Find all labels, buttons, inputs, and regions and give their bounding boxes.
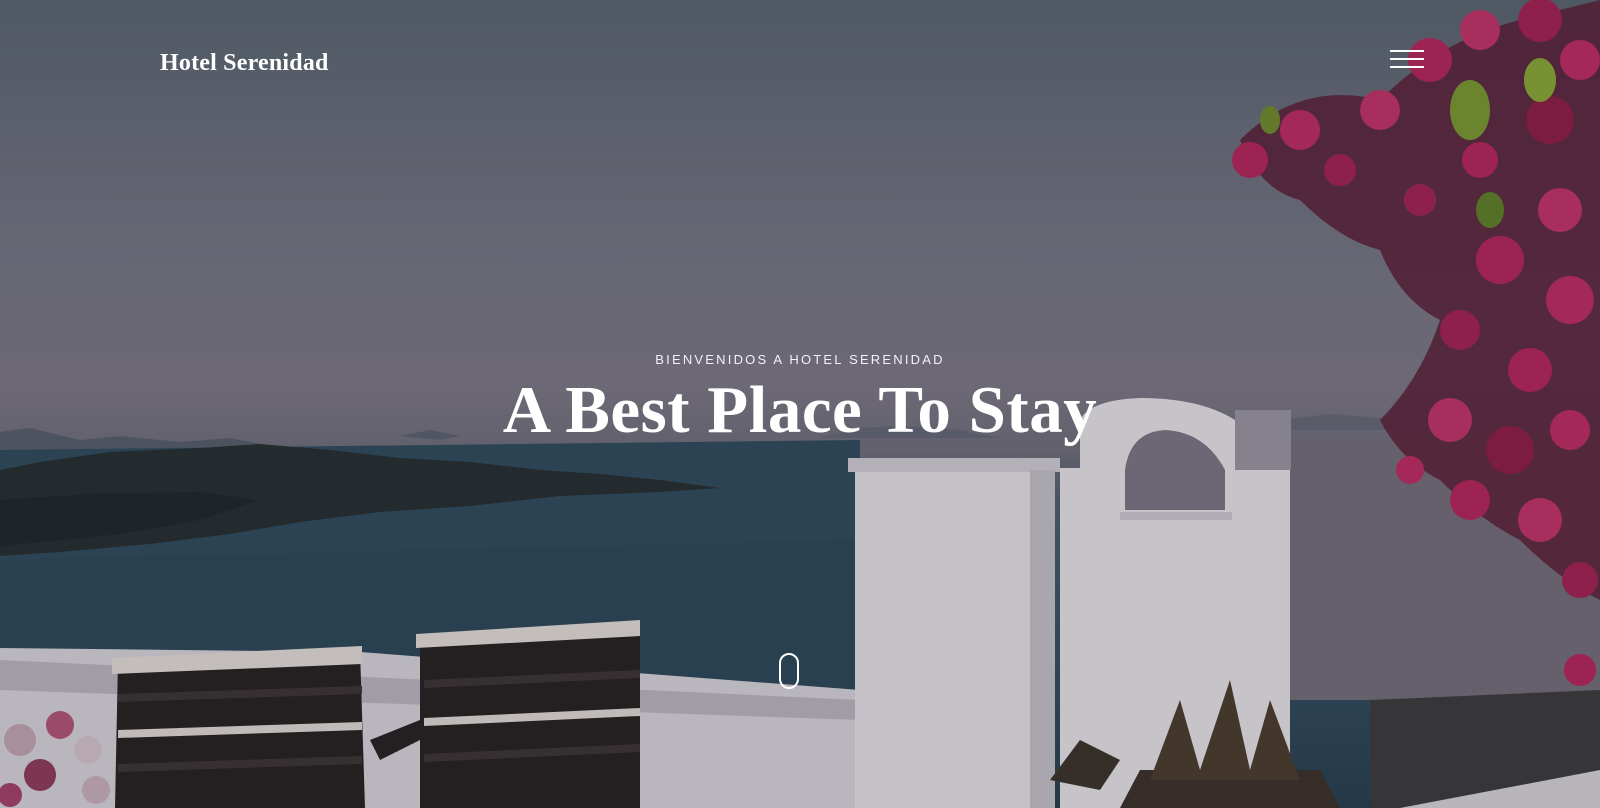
hero-section: Hotel Serenidad BIENVENIDOS A HOTEL SERE… [0, 0, 1600, 808]
brand-logo[interactable]: Hotel Serenidad [160, 50, 329, 77]
hero-subtitle: BIENVENIDOS A HOTEL SERENIDAD [655, 352, 945, 367]
menu-line [1390, 58, 1424, 60]
menu-line [1390, 66, 1424, 68]
mouse-scroll-icon[interactable] [779, 653, 799, 689]
menu-line [1390, 50, 1424, 52]
hero-title: A Best Place To Stay [502, 373, 1098, 447]
hamburger-menu-icon[interactable] [1390, 48, 1424, 70]
